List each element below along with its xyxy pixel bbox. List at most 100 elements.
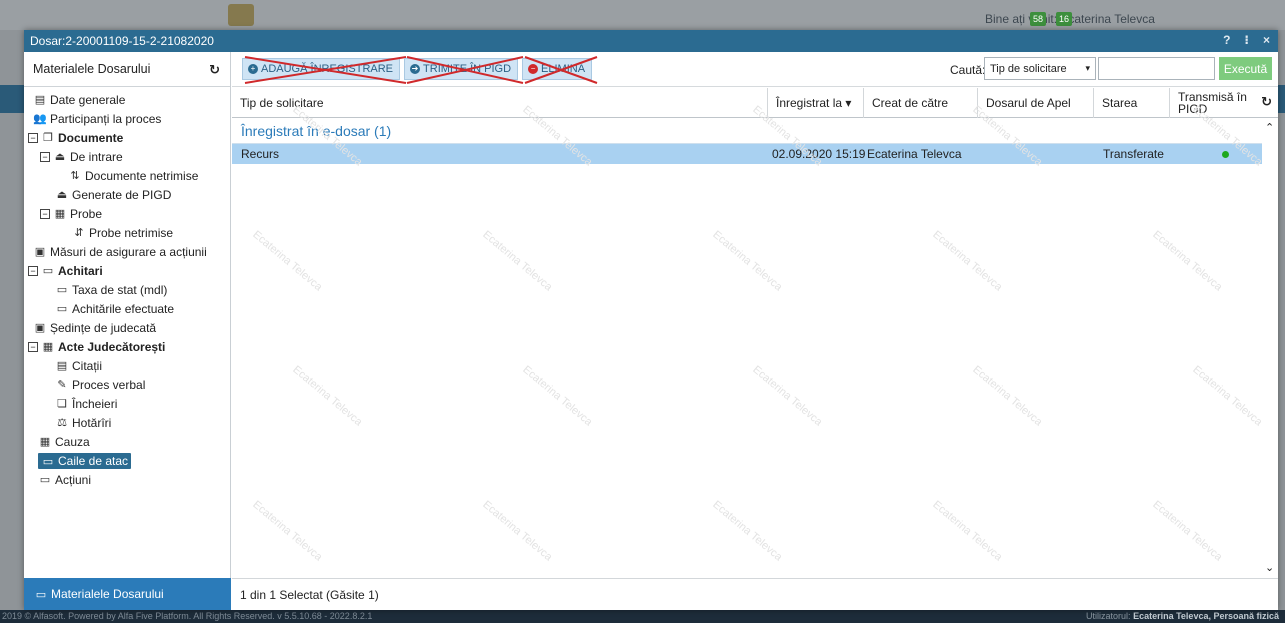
- app-footer: 2019 © Alfasoft. Powered by Alfa Five Pl…: [0, 610, 1285, 623]
- column-header-registered[interactable]: Înregistrat la ▾: [768, 88, 864, 118]
- group-header[interactable]: Înregistrat în e-dosar (1): [232, 118, 1262, 144]
- tree-item-cauza[interactable]: ▦ Cauza: [24, 432, 230, 451]
- collapse-icon[interactable]: −: [40, 151, 50, 162]
- footer-user-info: Utilizatorul: Ecaterina Televca, Persoan…: [1086, 611, 1279, 621]
- refresh-icon[interactable]: ↻: [1261, 95, 1272, 108]
- delete-button[interactable]: − ELIMINĂ: [522, 56, 598, 84]
- tree-item-documente[interactable]: − ❐ Documente: [24, 128, 230, 147]
- archive-icon: ▦: [54, 208, 66, 220]
- sort-alt-icon: ⇵: [74, 227, 84, 239]
- sort-desc-icon: ▾: [845, 96, 852, 110]
- sent-status-indicator: [1222, 151, 1229, 158]
- tree-item-proces-verbal[interactable]: ✎ Proces verbal: [24, 375, 230, 394]
- sidebar-header: Materialele Dosarului ↻: [24, 52, 230, 87]
- run-search-button[interactable]: Execută: [1219, 57, 1272, 80]
- menu-button[interactable]: ⁝: [1244, 33, 1249, 47]
- main-panel: + ADAUGĂ ÎNREGISTRARE ➔ TRIMITE ÎN PIGD …: [232, 52, 1278, 610]
- collapse-icon[interactable]: −: [28, 132, 38, 143]
- tree-item-achitari-efectuate[interactable]: ▭ Achitările efectuate: [24, 299, 230, 318]
- vertical-scrollbar[interactable]: ⌃ ⌄: [1262, 118, 1278, 580]
- archive-icon: ▦: [42, 341, 54, 353]
- collapse-icon[interactable]: −: [28, 341, 38, 352]
- inbox-icon: ⏏: [56, 189, 68, 201]
- folder-open-icon: ▭: [56, 284, 68, 296]
- footer-copyright: 2019 © Alfasoft. Powered by Alfa Five Pl…: [2, 611, 373, 621]
- summons-icon: ▤: [56, 360, 68, 372]
- chevron-up-icon[interactable]: ⌃: [1265, 121, 1274, 134]
- copy-icon: ❏: [57, 398, 67, 410]
- plus-icon: +: [248, 64, 258, 74]
- calendar-icon: ▣: [34, 322, 46, 334]
- tree-item-probe[interactable]: − ▦ Probe: [24, 204, 230, 223]
- tree-item-achitari[interactable]: − ▭ Achitari: [24, 261, 230, 280]
- grid-status-bar: 1 din 1 Selectat (Găsite 1): [232, 578, 1278, 610]
- tree-item-generate-pigd[interactable]: ⏏ Generate de PIGD: [24, 185, 230, 204]
- folder-open-icon: ▭: [42, 265, 54, 277]
- table-row[interactable]: Recurs 02.09.2020 15:19 Ecaterina Televc…: [232, 144, 1262, 164]
- folder-open-icon: ▭: [56, 303, 68, 315]
- cell-type: Recurs: [241, 147, 280, 161]
- toolbar: + ADAUGĂ ÎNREGISTRARE ➔ TRIMITE ÎN PIGD …: [232, 52, 1278, 87]
- tree-item-incheieri[interactable]: ❏ Încheieri: [24, 394, 230, 413]
- notification-badge[interactable]: 58: [1030, 12, 1047, 26]
- refresh-icon[interactable]: ↻: [209, 62, 220, 78]
- send-pigd-button[interactable]: ➔ TRIMITE ÎN PIGD: [404, 56, 524, 84]
- dialog-titlebar: Dosar:2-20001109-15-2-21082020 ? ⁝ ×: [24, 30, 1278, 52]
- column-header-appeal-case[interactable]: Dosarul de Apel: [978, 88, 1094, 118]
- close-button[interactable]: ×: [1263, 33, 1270, 47]
- documents-icon: ❐: [43, 132, 53, 144]
- document-icon: ▤: [34, 94, 46, 106]
- tree-item-de-intrare[interactable]: − ⏏ De intrare: [24, 147, 230, 166]
- help-button[interactable]: ?: [1223, 33, 1230, 47]
- tree-item-masuri[interactable]: ▣ Măsuri de asigurare a acțiunii: [24, 242, 230, 261]
- chevron-down-icon[interactable]: ⌄: [1265, 561, 1274, 574]
- tree-item-actiuni[interactable]: ▭ Acțiuni: [24, 470, 230, 489]
- add-record-button[interactable]: + ADAUGĂ ÎNREGISTRARE: [242, 56, 407, 84]
- gavel-icon: ⚖: [57, 417, 67, 429]
- tree-item-taxa-stat[interactable]: ▭ Taxa de stat (mdl): [24, 280, 230, 299]
- tree-item-documente-netrimise[interactable]: ⇅ Documente netrimise: [24, 166, 230, 185]
- sidebar-footer-tab[interactable]: ▭ Materialele Dosarului: [24, 578, 231, 610]
- inbox-icon: ⏏: [54, 151, 66, 163]
- edit-icon: ✎: [57, 379, 67, 391]
- folder-open-icon: ▭: [39, 474, 51, 486]
- tree-item-hotariri[interactable]: ⚖ Hotărîri: [24, 413, 230, 432]
- message-badge[interactable]: 16: [1056, 12, 1073, 26]
- materials-sidebar: Materialele Dosarului ↻ ▤ Date generale 👥…: [24, 52, 231, 610]
- column-header-type[interactable]: Tip de solicitare: [232, 88, 768, 118]
- search-label: Caută:: [950, 63, 986, 77]
- calendar-icon: ▣: [34, 246, 46, 258]
- tree-item-sedinte[interactable]: ▣ Ședințe de judecată: [24, 318, 230, 337]
- folder-open-icon: ▭: [42, 455, 54, 468]
- tree-item-acte-judecatoresti[interactable]: − ▦ Acte Judecătorești: [24, 337, 230, 356]
- tree-item-caile-de-atac[interactable]: ▭ Caile de atac: [24, 451, 230, 470]
- case-dialog: Dosar:2-20001109-15-2-21082020 ? ⁝ × Mat…: [24, 30, 1278, 610]
- sort-icon: ⇅: [70, 170, 80, 182]
- app-logo: [228, 4, 254, 26]
- materials-tree: ▤ Date generale 👥 Participanți la proces −…: [24, 87, 230, 489]
- column-header-sent-pigd[interactable]: Transmisă în PIGD ↻: [1170, 88, 1272, 118]
- search-input[interactable]: [1098, 57, 1215, 80]
- users-icon: 👥: [33, 113, 47, 125]
- cell-registered: 02.09.2020 15:19: [772, 147, 866, 161]
- archive-icon: ▦: [39, 436, 51, 448]
- send-icon: ➔: [410, 64, 421, 74]
- minus-icon: −: [528, 64, 539, 74]
- cell-sent-pigd: [1178, 147, 1262, 161]
- sidebar-title: Materialele Dosarului: [33, 62, 151, 76]
- tree-item-participanti[interactable]: 👥 Participanți la proces: [24, 109, 230, 128]
- collapse-icon[interactable]: −: [40, 208, 50, 219]
- tree-item-date-generale[interactable]: ▤ Date generale: [24, 90, 230, 109]
- chevron-down-icon: ▾: [1085, 63, 1090, 73]
- table-header: Tip de solicitare Înregistrat la ▾ Creat…: [232, 88, 1278, 118]
- background-nav-strip: [0, 85, 26, 113]
- selection-summary: 1 din 1 Selectat (Găsite 1): [240, 587, 379, 602]
- column-header-status[interactable]: Starea: [1094, 88, 1170, 118]
- tree-item-probe-netrimise[interactable]: ⇵ Probe netrimise: [24, 223, 230, 242]
- cell-status: Transferate: [1103, 147, 1164, 161]
- column-header-created-by[interactable]: Creat de către: [864, 88, 978, 118]
- search-field-select[interactable]: Tip de solicitare ▾: [984, 57, 1096, 80]
- collapse-icon[interactable]: −: [28, 265, 38, 276]
- folder-open-icon: ▭: [35, 588, 47, 601]
- tree-item-citatii[interactable]: ▤ Citații: [24, 356, 230, 375]
